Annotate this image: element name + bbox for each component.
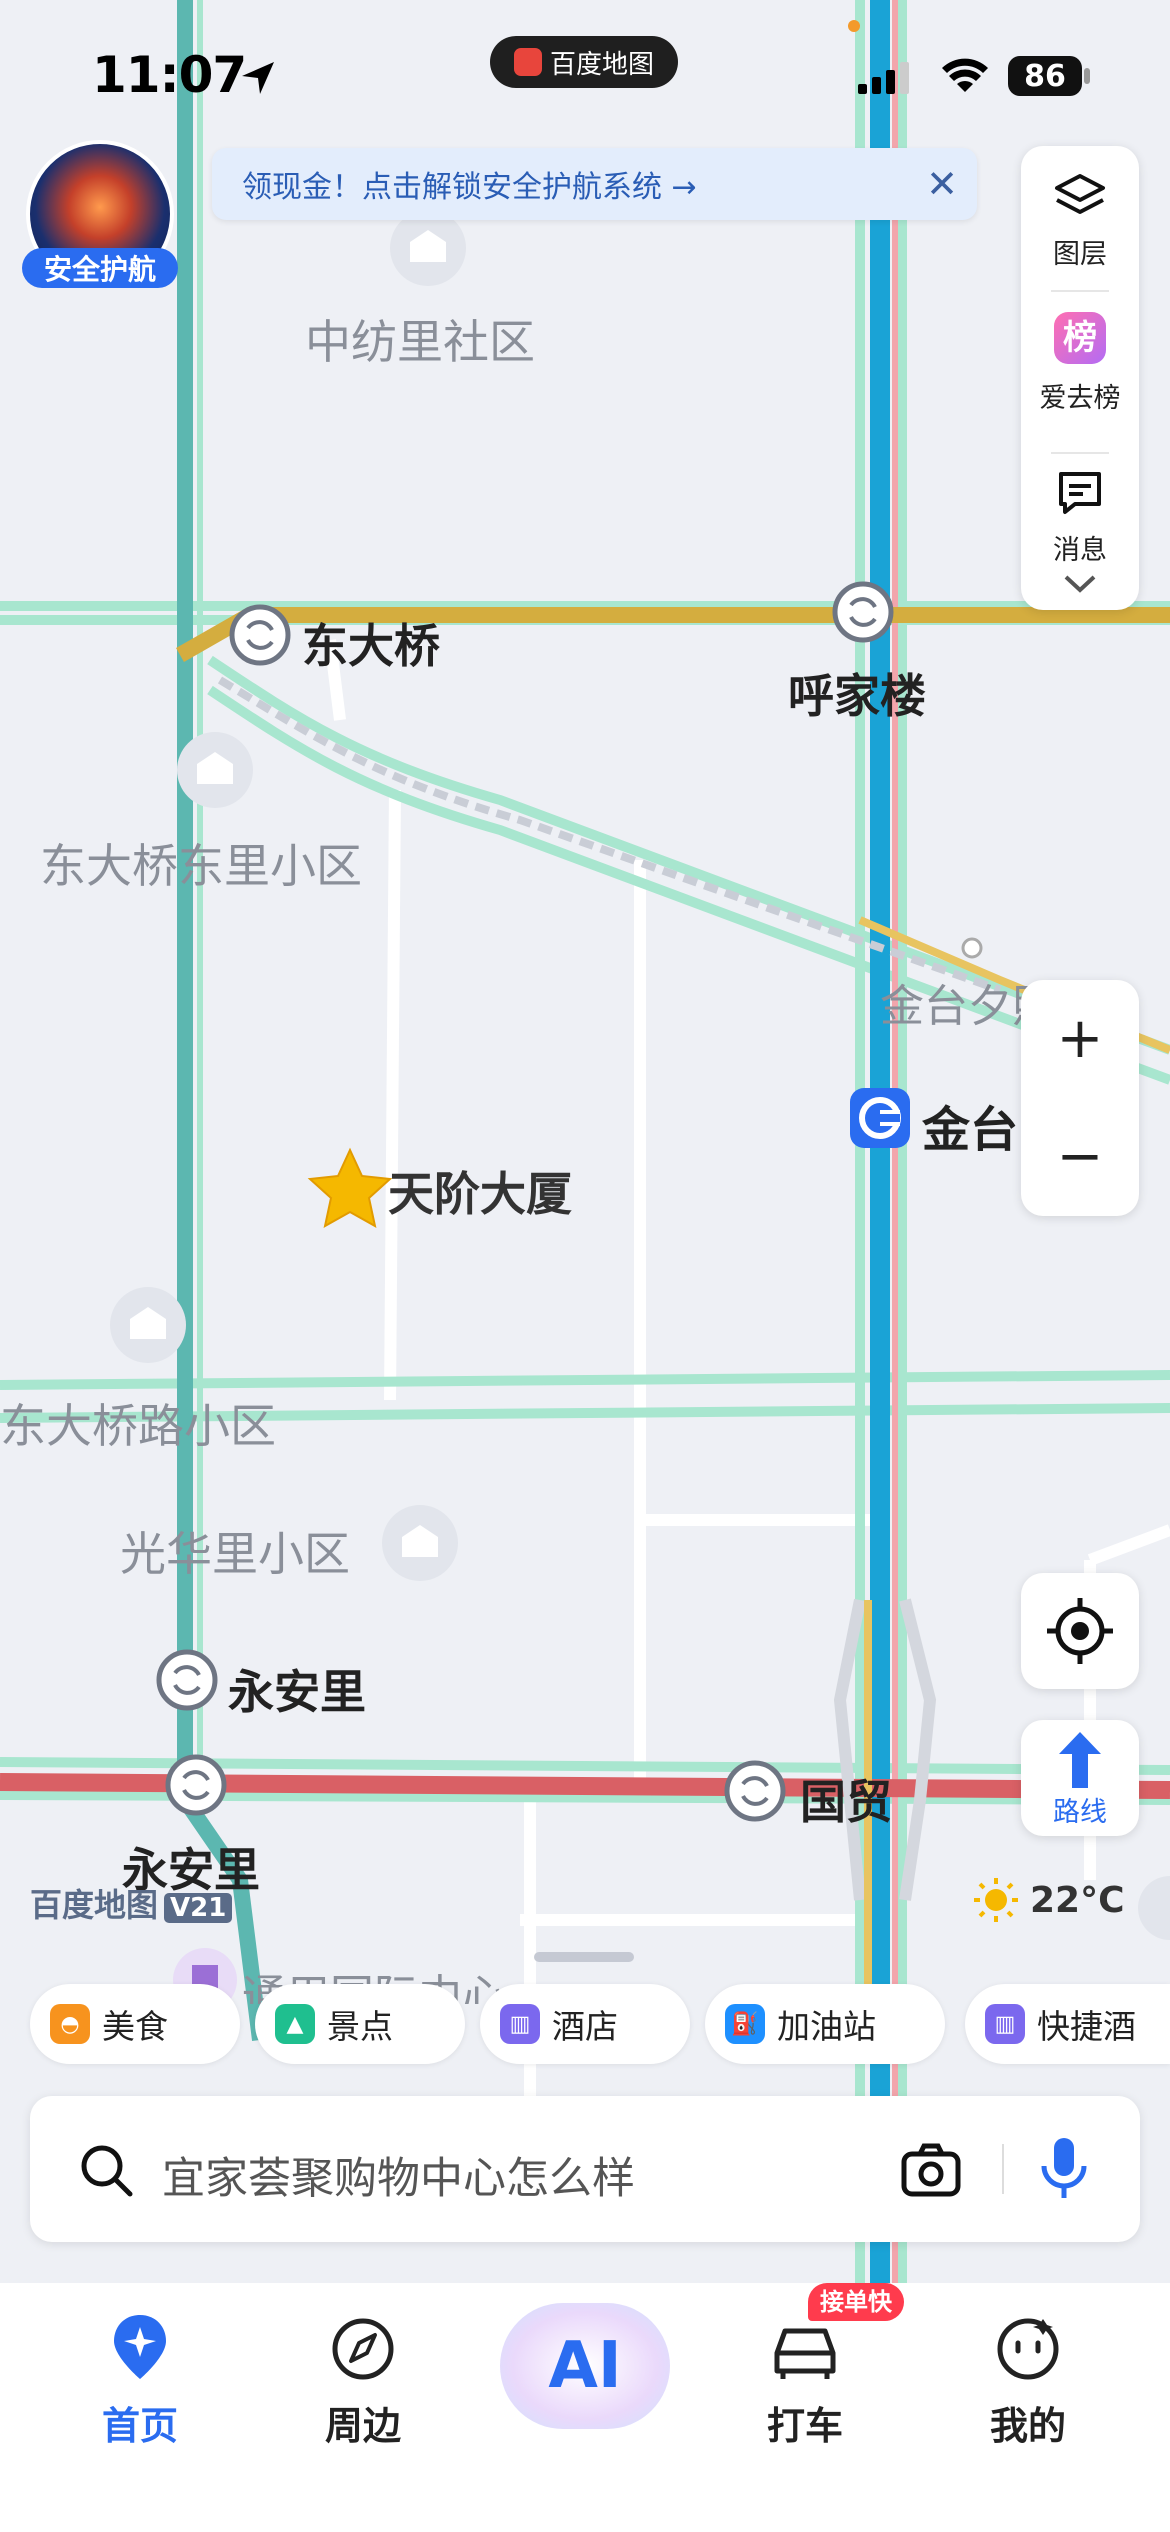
status-bar: 11:07 百度地图 86 bbox=[0, 0, 1170, 150]
crosshair-icon bbox=[1047, 1598, 1113, 1664]
divider bbox=[1051, 452, 1109, 454]
search-input[interactable]: 宜家荟聚购物中心怎么样 bbox=[162, 2144, 635, 2206]
messages-button[interactable]: 消息 bbox=[1021, 460, 1139, 580]
wifi-icon bbox=[942, 58, 988, 92]
bottom-tab-bar: 首页 周边 AI 打车 接单快 我的 bbox=[0, 2283, 1170, 2532]
ranking-label: 爱去榜 bbox=[1039, 383, 1121, 414]
tab-mine[interactable]: 我的 bbox=[948, 2313, 1108, 2450]
location-arrow-icon bbox=[242, 62, 274, 94]
map-label-dongdaqiao-dongli[interactable]: 东大桥东里小区 bbox=[40, 830, 362, 896]
promo-banner-text[interactable]: 领现金！点击解锁安全护航系统 → bbox=[242, 162, 907, 206]
ranking-icon: 榜 bbox=[1054, 312, 1106, 364]
community-pin-icon bbox=[110, 1287, 186, 1363]
chip-budget-hotel[interactable]: ▥ 快捷酒 bbox=[965, 1984, 1170, 2064]
message-icon bbox=[1059, 472, 1101, 514]
chip-label: 美食 bbox=[102, 2007, 168, 2046]
sheet-drag-handle[interactable] bbox=[534, 1952, 634, 1962]
app-source-pill[interactable]: 百度地图 bbox=[490, 36, 678, 88]
microphone-icon[interactable] bbox=[1038, 2136, 1090, 2202]
locate-me-button[interactable] bbox=[1021, 1573, 1139, 1689]
map-label-guomao[interactable]: 国贸 bbox=[800, 1766, 892, 1832]
community-pin-icon bbox=[390, 210, 466, 286]
promo-banner[interactable]: 领现金！点击解锁安全护航系统 → ✕ bbox=[212, 148, 977, 220]
tab-home-label: 首页 bbox=[101, 2404, 178, 2448]
route-button[interactable]: 路线 bbox=[1021, 1720, 1139, 1836]
zoom-control: + − bbox=[1021, 980, 1139, 1216]
community-pin-icon bbox=[177, 732, 253, 808]
tab-taxi[interactable]: 打车 bbox=[725, 2313, 885, 2450]
camera-icon[interactable] bbox=[900, 2142, 962, 2198]
metro-station-icon bbox=[850, 1088, 910, 1148]
app-source-label: 百度地图 bbox=[549, 49, 654, 80]
chip-food[interactable]: ◓ 美食 bbox=[30, 1984, 240, 2064]
tab-home[interactable]: 首页 bbox=[60, 2313, 220, 2450]
taxi-promo-badge: 接单快 bbox=[808, 2283, 904, 2321]
ranking-button[interactable]: 榜 爱去榜 bbox=[1021, 304, 1139, 444]
status-time: 11:07 bbox=[92, 46, 247, 104]
divider bbox=[1051, 290, 1109, 292]
car-icon bbox=[774, 2328, 836, 2379]
map-label-tianjie[interactable]: 天阶大厦 bbox=[388, 1158, 572, 1224]
safety-escort-label: 安全护航 bbox=[22, 248, 178, 288]
chip-label: 加油站 bbox=[777, 2007, 876, 2046]
map-label-hujialou[interactable]: 呼家楼 bbox=[788, 660, 926, 726]
chip-label: 景点 bbox=[327, 2007, 393, 2046]
layers-label: 图层 bbox=[1053, 239, 1107, 270]
safety-escort-badge[interactable]: 安全护航 bbox=[22, 140, 178, 290]
zoom-out-button[interactable]: − bbox=[1021, 1098, 1139, 1216]
messages-label: 消息 bbox=[1053, 535, 1107, 566]
weather-widget[interactable]: 22°C bbox=[972, 1876, 1125, 1924]
chip-attractions[interactable]: ▲ 景点 bbox=[255, 1984, 465, 2064]
hotel-icon: ▥ bbox=[500, 2004, 540, 2044]
tab-nearby[interactable]: 周边 bbox=[283, 2313, 443, 2450]
sun-icon bbox=[974, 1878, 1018, 1922]
map-label-dongdaqiao[interactable]: 东大桥 bbox=[302, 610, 440, 676]
tab-mine-label: 我的 bbox=[989, 2404, 1066, 2448]
food-icon: ◓ bbox=[50, 2004, 90, 2044]
chip-label: 快捷酒 bbox=[1037, 2007, 1136, 2046]
battery-level: 86 bbox=[1008, 56, 1082, 96]
map-label-guanghuali[interactable]: 光华里小区 bbox=[120, 1518, 350, 1584]
map-label-jintai[interactable]: 金台 bbox=[922, 1090, 1018, 1160]
chip-hotel[interactable]: ▥ 酒店 bbox=[480, 1984, 690, 2064]
brand-name: 百度地图 bbox=[30, 1886, 159, 1924]
ai-assistant-button[interactable]: AI bbox=[500, 2303, 670, 2429]
gas-pump-icon: ⛽ bbox=[725, 2004, 765, 2044]
route-arrow-icon bbox=[1059, 1732, 1101, 1788]
compass-icon bbox=[332, 2318, 394, 2380]
cellular-signal-icon bbox=[858, 62, 909, 94]
map-tools-panel: 图层 榜 爱去榜 消息 bbox=[1021, 146, 1139, 610]
ai-label: AI bbox=[548, 2329, 622, 2403]
chip-gas-station[interactable]: ⛽ 加油站 bbox=[705, 1984, 945, 2064]
hotel-icon: ▥ bbox=[985, 2004, 1025, 2044]
divider bbox=[1002, 2144, 1004, 2194]
route-label: 路线 bbox=[1053, 1797, 1107, 1828]
battery-cap bbox=[1084, 68, 1090, 84]
chip-label: 酒店 bbox=[552, 2007, 618, 2046]
zoom-in-button[interactable]: + bbox=[1021, 980, 1139, 1098]
map-label-yonganli[interactable]: 永安里 bbox=[228, 1656, 366, 1722]
tab-nearby-label: 周边 bbox=[324, 2404, 401, 2448]
baidu-maps-app-icon bbox=[513, 48, 542, 76]
privacy-indicator-dot bbox=[848, 20, 860, 32]
home-pin-icon bbox=[114, 2315, 166, 2379]
chevron-down-icon[interactable] bbox=[1063, 574, 1097, 594]
category-chips: ◓ 美食 ▲ 景点 ▥ 酒店 ⛽ 加油站 ▥ 快捷酒 bbox=[30, 1984, 1170, 2064]
temperature: 22°C bbox=[1030, 1879, 1125, 1921]
search-icon bbox=[81, 2145, 133, 2197]
brand-version: V21 bbox=[164, 1893, 233, 1923]
picture-icon: ▲ bbox=[275, 2004, 315, 2044]
close-icon[interactable]: ✕ bbox=[907, 162, 977, 206]
baidu-maps-watermark: 百度地图 V21 bbox=[30, 1880, 233, 1926]
tab-taxi-label: 打车 bbox=[766, 2404, 843, 2448]
profile-face-icon bbox=[997, 2318, 1059, 2380]
map-label-dongdaqiaolu[interactable]: 东大桥路小区 bbox=[0, 1390, 276, 1456]
map-label-zhongfangli[interactable]: 中纺里社区 bbox=[305, 306, 535, 372]
community-pin-icon bbox=[382, 1505, 458, 1581]
layers-icon bbox=[1055, 174, 1105, 214]
layers-button[interactable]: 图层 bbox=[1021, 146, 1139, 276]
search-bar[interactable]: 宜家荟聚购物中心怎么样 bbox=[30, 2096, 1140, 2242]
